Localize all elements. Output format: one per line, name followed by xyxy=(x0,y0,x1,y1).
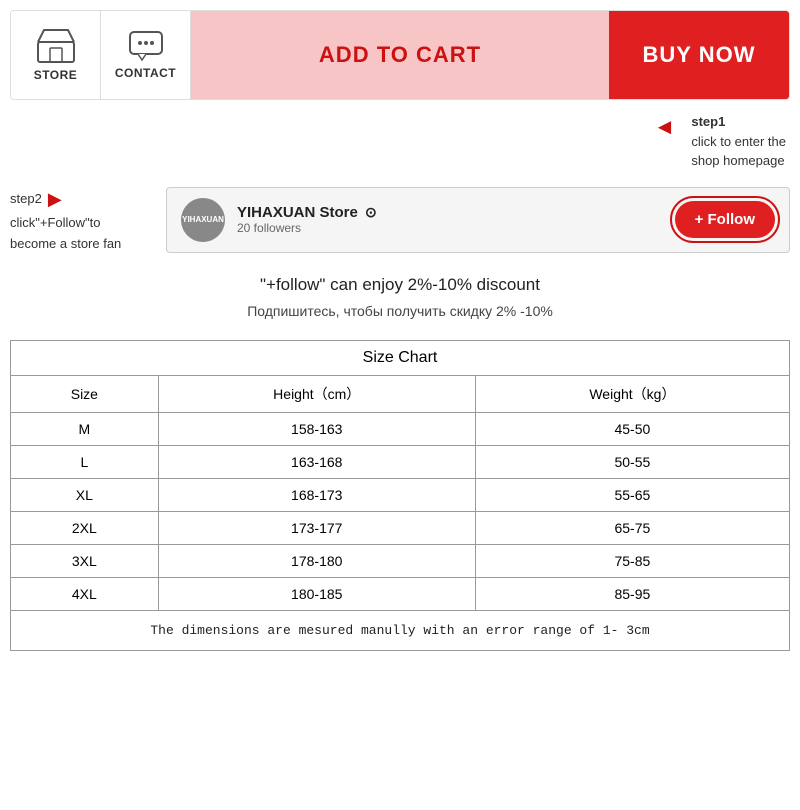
table-cell: 2XL xyxy=(11,511,159,544)
discount-section: "+follow" can enjoy 2%-10% discount Подп… xyxy=(10,271,790,324)
step2-line1: click"+Follow"to xyxy=(10,213,150,234)
store-icon xyxy=(36,28,76,64)
store-name: YIHAXUAN Store ⊙ xyxy=(237,204,663,221)
table-cell: 168-173 xyxy=(158,478,475,511)
add-to-cart-button[interactable]: ADD TO CART xyxy=(191,11,609,99)
size-chart-container: Size Chart Size Height（cm） Weight（kg） M1… xyxy=(10,340,790,652)
col-header-height: Height（cm） xyxy=(158,375,475,412)
step1-line2: click to enter the xyxy=(691,132,786,152)
store-button[interactable]: STORE xyxy=(11,11,101,99)
table-cell: 55-65 xyxy=(475,478,789,511)
table-cell: 75-85 xyxy=(475,544,789,577)
step2-area: step2 ▶ click"+Follow"to become a store … xyxy=(10,185,790,255)
table-cell: 4XL xyxy=(11,577,159,610)
col-header-weight: Weight（kg） xyxy=(475,375,789,412)
table-row: 2XL173-17765-75 xyxy=(11,511,790,544)
step1-area: ◄ step1 click to enter the shop homepage xyxy=(10,112,790,171)
store-label: STORE xyxy=(34,68,78,82)
table-cell: 45-50 xyxy=(475,412,789,445)
discount-sub-text: Подпишитесь, чтобы получить скидку 2% -1… xyxy=(10,300,790,324)
store-name-text: YIHAXUAN Store xyxy=(237,204,358,221)
table-cell: 180-185 xyxy=(158,577,475,610)
step1-text: step1 click to enter the shop homepage xyxy=(681,112,786,171)
store-follow-bar: YIHAXUAN YIHAXUAN Store ⊙ 20 followers +… xyxy=(166,187,790,253)
table-cell: 3XL xyxy=(11,544,159,577)
table-cell: 50-55 xyxy=(475,445,789,478)
follow-button[interactable]: + Follow xyxy=(675,201,775,238)
table-cell: XL xyxy=(11,478,159,511)
size-chart-footnote: The dimensions are mesured manully with … xyxy=(10,611,790,652)
store-circle-icon: ⊙ xyxy=(365,204,377,220)
table-row: M158-16345-50 xyxy=(11,412,790,445)
table-cell: 85-95 xyxy=(475,577,789,610)
step1-line3: shop homepage xyxy=(691,151,786,171)
table-row: 4XL180-18585-95 xyxy=(11,577,790,610)
store-logo: YIHAXUAN xyxy=(181,198,225,242)
size-chart-table: Size Chart Size Height（cm） Weight（kg） M1… xyxy=(10,340,790,611)
step1-arrow-icon: ◄ xyxy=(654,114,676,140)
store-info: YIHAXUAN Store ⊙ 20 followers xyxy=(237,204,663,235)
step2-text: step2 ▶ click"+Follow"to become a store … xyxy=(10,185,150,255)
table-cell: M xyxy=(11,412,159,445)
step2-arrow-icon: ▶ xyxy=(48,185,62,214)
size-chart-body: M158-16345-50L163-16850-55XL168-17355-65… xyxy=(11,412,790,610)
table-cell: 158-163 xyxy=(158,412,475,445)
size-chart-title: Size Chart xyxy=(11,340,790,375)
contact-icon xyxy=(128,30,164,62)
contact-label: CONTACT xyxy=(115,66,176,80)
table-row: L163-16850-55 xyxy=(11,445,790,478)
step1-line1: step1 xyxy=(691,112,786,132)
table-cell: 163-168 xyxy=(158,445,475,478)
table-cell: 65-75 xyxy=(475,511,789,544)
table-cell: L xyxy=(11,445,159,478)
discount-main-text: "+follow" can enjoy 2%-10% discount xyxy=(10,271,790,300)
table-row: 3XL178-18075-85 xyxy=(11,544,790,577)
size-chart-column-headers: Size Height（cm） Weight（kg） xyxy=(11,375,790,412)
step2-line2: become a store fan xyxy=(10,234,150,255)
table-cell: 173-177 xyxy=(158,511,475,544)
col-header-size: Size xyxy=(11,375,159,412)
store-followers: 20 followers xyxy=(237,221,663,235)
step2-label: step2 xyxy=(10,189,42,210)
buy-now-button[interactable]: BUY NOW xyxy=(609,11,789,99)
table-cell: 178-180 xyxy=(158,544,475,577)
contact-button[interactable]: CONTACT xyxy=(101,11,191,99)
table-row: XL168-17355-65 xyxy=(11,478,790,511)
action-bar: STORE CONTACT ADD TO CART BUY NOW xyxy=(10,10,790,100)
